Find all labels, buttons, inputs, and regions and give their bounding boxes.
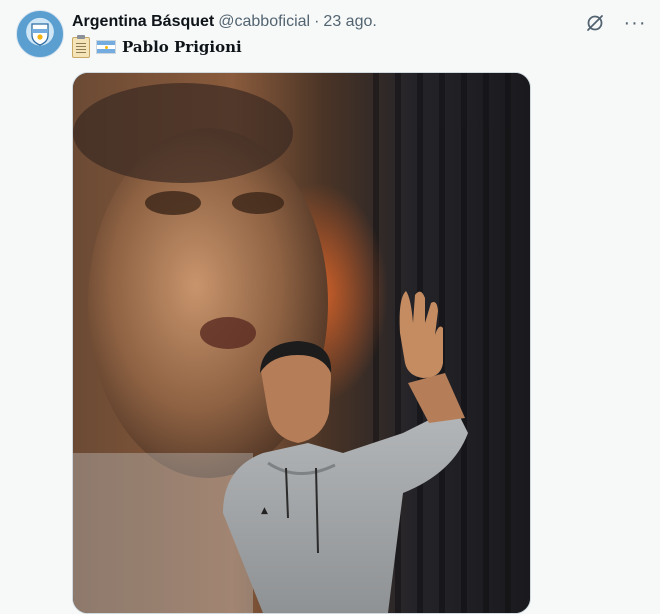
svg-text:▲: ▲ [261,506,268,516]
tweet-photo[interactable]: ▲ [72,72,531,614]
header-separator: · [314,13,320,30]
tweet-actions: ··· [584,12,646,34]
tweet-text-content: Pablo Prigioni [122,38,242,56]
grok-icon[interactable] [584,12,606,34]
photo-content: ▲ [73,73,530,613]
author-handle[interactable]: @cabboficial [218,13,310,31]
argentina-flag-icon [96,40,116,54]
author-avatar[interactable] [16,10,64,58]
tweet-text: Pablo Prigioni [72,34,242,58]
more-options-icon[interactable]: ··· [624,12,646,34]
tweet-date[interactable]: 23 ago. [323,13,376,31]
tweet[interactable]: Argentina Básquet @cabboficial · 23 ago.… [0,0,660,614]
tweet-header: Argentina Básquet @cabboficial · 23 ago. [72,12,377,32]
author-name[interactable]: Argentina Básquet [72,13,214,31]
cab-logo-icon [31,23,49,46]
clipboard-icon [72,34,90,58]
